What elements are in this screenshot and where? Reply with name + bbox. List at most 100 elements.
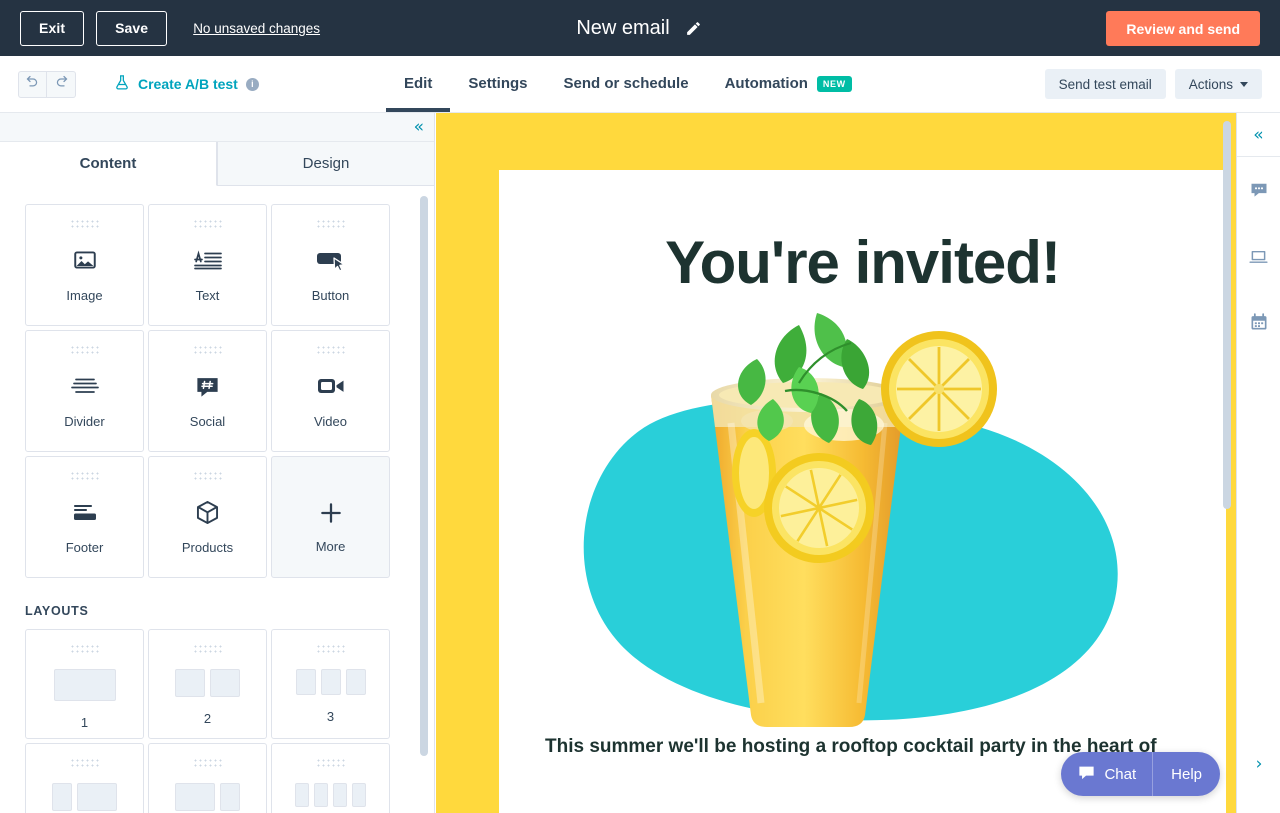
sidebar-scrollbar[interactable] (420, 196, 428, 786)
drag-handle-dots-icon[interactable] (192, 471, 223, 480)
preview-laptop-icon[interactable] (1237, 223, 1280, 289)
tab-settings-label: Settings (468, 75, 528, 92)
layout-1-column[interactable]: 1 (25, 629, 144, 739)
new-badge: NEW (816, 75, 852, 92)
drag-handle-dots-icon[interactable] (69, 219, 100, 228)
chevron-double-left-icon[interactable]: « (1236, 113, 1280, 157)
create-ab-test-button[interactable]: Create A/B test i (114, 74, 259, 94)
drag-handle-dots-icon[interactable] (69, 758, 100, 767)
box-package-icon (194, 496, 221, 528)
button-cursor-icon (315, 244, 347, 276)
layout-3-column[interactable]: 3 (271, 629, 390, 739)
layouts-section-title: LAYOUTS (25, 604, 89, 618)
chevron-down-icon (1240, 81, 1248, 87)
help-label: Help (1171, 765, 1202, 783)
drag-handle-dots-icon[interactable] (69, 345, 100, 354)
save-button[interactable]: Save (96, 10, 168, 46)
social-hashtag-icon (194, 370, 221, 402)
chevron-double-left-icon[interactable]: « (414, 118, 424, 136)
chevron-right-icon[interactable]: › (1237, 749, 1280, 779)
tab-edit[interactable]: Edit (386, 55, 451, 112)
tab-edit-label: Edit (404, 75, 433, 92)
right-rail: « › (1236, 113, 1280, 813)
module-video[interactable]: Video (271, 330, 390, 452)
drag-handle-dots-icon[interactable] (192, 644, 223, 653)
email-heading[interactable]: You're invited! (499, 228, 1226, 297)
content-sidebar: « Content Design Image Text Button Divid… (0, 113, 435, 813)
chat-widget[interactable]: Chat Help (1061, 752, 1220, 796)
info-icon[interactable]: i (245, 77, 259, 91)
module-label: Image (66, 288, 103, 303)
module-label: Footer (65, 540, 104, 555)
layout-preview (52, 783, 117, 811)
module-image[interactable]: Image (25, 204, 144, 326)
undo-icon (25, 74, 40, 94)
redo-button[interactable] (47, 70, 76, 98)
canvas-scrollbar-thumb[interactable] (1223, 121, 1231, 509)
help-button[interactable]: Help (1152, 752, 1220, 796)
email-hero-image[interactable] (499, 303, 1226, 733)
drag-handle-dots-icon[interactable] (315, 758, 346, 767)
module-social[interactable]: Social (148, 330, 267, 452)
module-label: Video (313, 414, 347, 429)
module-divider[interactable]: Divider (25, 330, 144, 452)
tab-settings[interactable]: Settings (450, 55, 545, 112)
layout-preview (175, 783, 240, 811)
editor-tabs: Edit Settings Send or schedule Automatio… (386, 55, 870, 112)
pencil-icon[interactable] (684, 18, 704, 38)
module-button[interactable]: Button (271, 204, 390, 326)
email-canvas[interactable]: You're invited! This summer we'll be hos… (436, 113, 1237, 813)
top-bar-right: Review and send (1106, 11, 1260, 46)
image-icon (72, 244, 98, 276)
sidebar-collapse-row: « (0, 113, 434, 142)
chat-button[interactable]: Chat (1061, 752, 1152, 796)
calendar-icon[interactable] (1237, 289, 1280, 355)
tab-send-or-schedule[interactable]: Send or schedule (546, 55, 707, 112)
layout-label: 3 (326, 709, 335, 724)
actions-dropdown-button[interactable]: Actions (1174, 69, 1262, 99)
tab-design[interactable]: Design (217, 142, 434, 186)
email-sheet[interactable]: You're invited! This summer we'll be hos… (499, 170, 1226, 813)
drag-handle-dots-icon[interactable] (69, 644, 100, 653)
review-and-send-button[interactable]: Review and send (1106, 11, 1260, 46)
layout-4-column[interactable] (271, 743, 390, 813)
plus-icon (318, 497, 344, 529)
sidebar-scrollbar-thumb[interactable] (420, 196, 428, 756)
layout-sidebar-right[interactable] (148, 743, 267, 813)
drag-handle-dots-icon[interactable] (315, 219, 346, 228)
exit-button[interactable]: Exit (20, 10, 85, 46)
canvas-scrollbar[interactable] (1223, 121, 1231, 801)
layout-2-column[interactable]: 2 (148, 629, 267, 739)
module-label: Text (195, 288, 220, 303)
tab-automation[interactable]: Automation NEW (707, 55, 870, 112)
module-grid: Image Text Button Divider Social Video F… (0, 204, 434, 578)
module-products[interactable]: Products (148, 456, 267, 578)
divider-icon (70, 370, 100, 402)
tab-design-label: Design (302, 155, 350, 172)
drag-handle-dots-icon[interactable] (69, 471, 100, 480)
email-editor-app: Exit Save No unsaved changes New email R… (0, 0, 1280, 813)
module-footer[interactable]: Footer (25, 456, 144, 578)
sidebar-tabs: Content Design (0, 142, 434, 186)
tab-content[interactable]: Content (0, 142, 217, 186)
drag-handle-dots-icon[interactable] (315, 644, 346, 653)
unsaved-changes-status[interactable]: No unsaved changes (193, 21, 320, 36)
module-text[interactable]: Text (148, 204, 267, 326)
module-more[interactable]: More (271, 456, 390, 578)
layout-preview (175, 669, 240, 697)
chat-bubble-icon (1077, 763, 1096, 786)
undo-button[interactable] (18, 70, 47, 98)
drag-handle-dots-icon[interactable] (192, 219, 223, 228)
tab-automation-label: Automation (724, 75, 808, 92)
layout-sidebar-left[interactable] (25, 743, 144, 813)
drag-handle-dots-icon[interactable] (315, 345, 346, 354)
layout-label: 2 (203, 711, 212, 726)
video-camera-icon (316, 370, 346, 402)
comment-icon[interactable] (1237, 157, 1280, 223)
text-icon (193, 244, 223, 276)
drag-handle-dots-icon[interactable] (192, 345, 223, 354)
page-title: New email (576, 16, 670, 39)
drag-handle-dots-icon[interactable] (192, 758, 223, 767)
tab-send-or-schedule-label: Send or schedule (563, 75, 689, 92)
send-test-email-button[interactable]: Send test email (1044, 69, 1166, 99)
